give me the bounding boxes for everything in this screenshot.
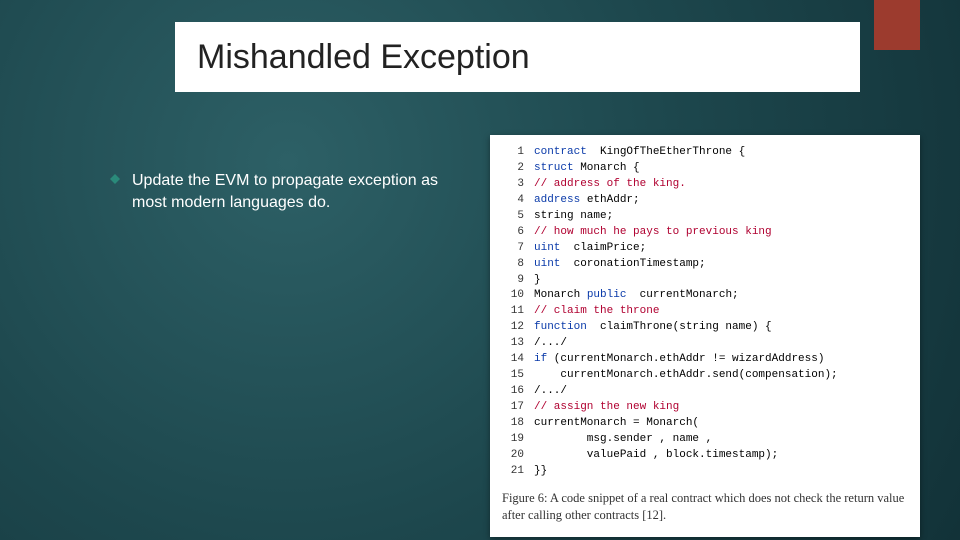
line-number: 7 — [502, 241, 524, 257]
line-number: 16 — [502, 384, 524, 400]
line-number: 21 — [502, 464, 524, 480]
code-line: 14 if (currentMonarch.ethAddr != wizardAd… — [502, 352, 908, 368]
slide: Mishandled Exception Update the EVM to p… — [0, 0, 960, 540]
code-line: 9} — [502, 273, 908, 289]
line-number: 3 — [502, 177, 524, 193]
code-line: 19 msg.sender , name , — [502, 432, 908, 448]
code-text: string name; — [534, 209, 613, 225]
line-number: 2 — [502, 161, 524, 177]
code-text: // assign the new king — [534, 400, 679, 416]
code-line: 1 contract KingOfTheEtherThrone { — [502, 145, 908, 161]
diamond-bullet-icon — [110, 174, 120, 184]
code-line: 17 // assign the new king — [502, 400, 908, 416]
line-number: 10 — [502, 288, 524, 304]
code-text: uint claimPrice; — [534, 241, 646, 257]
code-panel: 1 contract KingOfTheEtherThrone { 2 struct … — [490, 135, 920, 537]
line-number: 18 — [502, 416, 524, 432]
slide-title: Mishandled Exception — [197, 38, 530, 77]
code-listing: 1 contract KingOfTheEtherThrone { 2 struct … — [502, 145, 908, 480]
code-line: 15 currentMonarch.ethAddr.send(compensat… — [502, 368, 908, 384]
code-text: address ethAddr; — [534, 193, 640, 209]
line-number: 11 — [502, 304, 524, 320]
code-line: 12 function claimThrone(string name) { — [502, 320, 908, 336]
line-number: 1 — [502, 145, 524, 161]
code-text: currentMonarch = Monarch( — [534, 416, 699, 432]
line-number: 6 — [502, 225, 524, 241]
code-text: } — [534, 273, 541, 289]
line-number: 17 — [502, 400, 524, 416]
code-line: 10 Monarch public currentMonarch; — [502, 288, 908, 304]
figure-caption: Figure 6: A code snippet of a real contr… — [502, 490, 908, 524]
line-number: 12 — [502, 320, 524, 336]
code-line: 18 currentMonarch = Monarch( — [502, 416, 908, 432]
code-text: Monarch public currentMonarch; — [534, 288, 739, 304]
code-text: /.../ — [534, 384, 567, 400]
code-text: }} — [534, 464, 547, 480]
line-number: 9 — [502, 273, 524, 289]
line-number: 13 — [502, 336, 524, 352]
code-text: // how much he pays to previous king — [534, 225, 772, 241]
accent-bar — [874, 0, 920, 50]
code-line: 11 // claim the throne — [502, 304, 908, 320]
code-text: function claimThrone(string name) { — [534, 320, 772, 336]
bullet-area: Update the EVM to propagate exception as… — [110, 170, 470, 213]
bullet-text: Update the EVM to propagate exception as… — [132, 170, 470, 213]
code-line: 16 /.../ — [502, 384, 908, 400]
code-line: 20 valuePaid , block.timestamp); — [502, 448, 908, 464]
code-text: /.../ — [534, 336, 567, 352]
code-line: 6 // how much he pays to previous king — [502, 225, 908, 241]
line-number: 14 — [502, 352, 524, 368]
code-line: 2 struct Monarch { — [502, 161, 908, 177]
line-number: 4 — [502, 193, 524, 209]
code-text: currentMonarch.ethAddr.send(compensation… — [534, 368, 838, 384]
code-line: 7 uint claimPrice; — [502, 241, 908, 257]
bullet-row: Update the EVM to propagate exception as… — [110, 170, 470, 213]
code-text: // claim the throne — [534, 304, 659, 320]
code-text: struct Monarch { — [534, 161, 640, 177]
title-box: Mishandled Exception — [175, 22, 860, 92]
code-line: 13 /.../ — [502, 336, 908, 352]
code-line: 21}} — [502, 464, 908, 480]
line-number: 15 — [502, 368, 524, 384]
code-line: 5 string name; — [502, 209, 908, 225]
line-number: 8 — [502, 257, 524, 273]
line-number: 20 — [502, 448, 524, 464]
line-number: 5 — [502, 209, 524, 225]
code-text: valuePaid , block.timestamp); — [534, 448, 778, 464]
code-text: // address of the king. — [534, 177, 686, 193]
code-line: 8 uint coronationTimestamp; — [502, 257, 908, 273]
code-line: 3 // address of the king. — [502, 177, 908, 193]
code-text: if (currentMonarch.ethAddr != wizardAddr… — [534, 352, 824, 368]
code-text: uint coronationTimestamp; — [534, 257, 706, 273]
code-text: contract KingOfTheEtherThrone { — [534, 145, 745, 161]
code-line: 4 address ethAddr; — [502, 193, 908, 209]
line-number: 19 — [502, 432, 524, 448]
code-text: msg.sender , name , — [534, 432, 712, 448]
